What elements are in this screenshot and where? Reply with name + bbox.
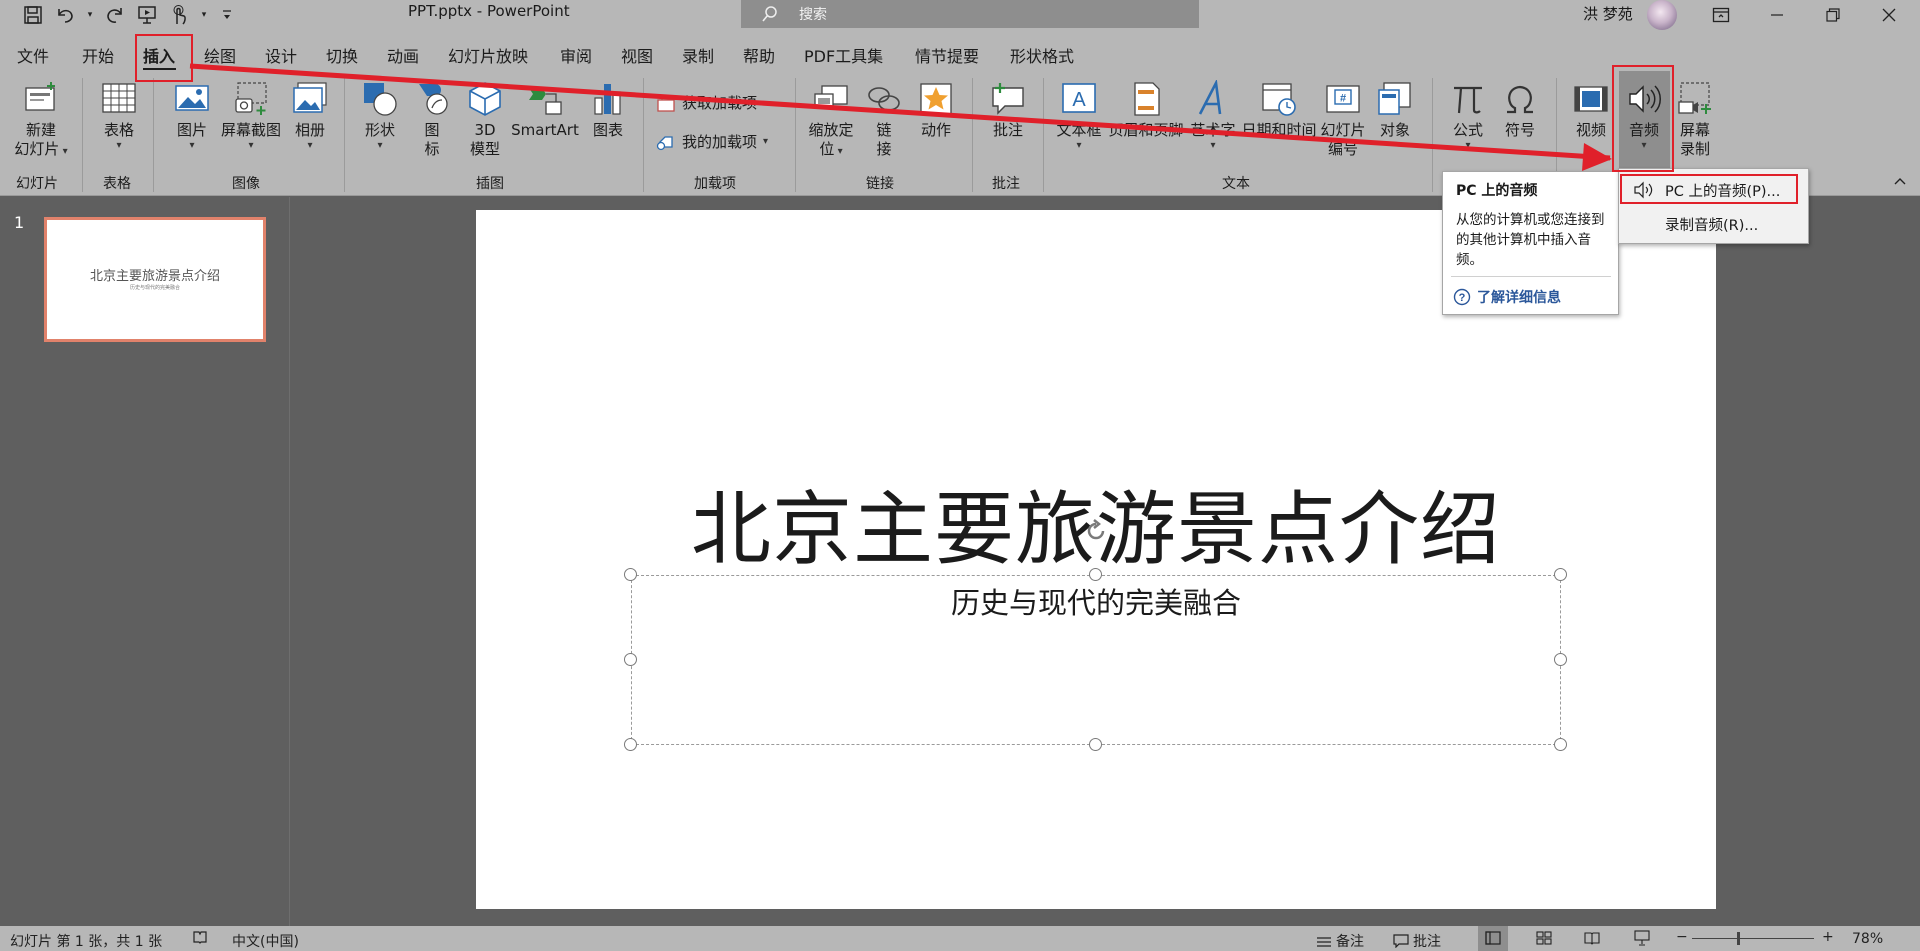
- annotation-arrow: [189, 63, 1612, 171]
